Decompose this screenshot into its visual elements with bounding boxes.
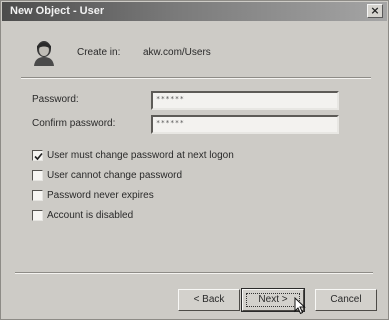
- checkbox[interactable]: [32, 170, 43, 181]
- back-button-label: < Back: [193, 294, 225, 305]
- option-label: User must change password at next logon: [47, 150, 234, 161]
- close-icon: ×: [370, 4, 380, 17]
- footer-divider: [15, 272, 373, 274]
- focus-rectangle: [246, 293, 300, 307]
- back-button[interactable]: < Back: [178, 289, 240, 311]
- window-title: New Object - User: [10, 5, 105, 17]
- new-user-dialog: New Object - User × Create in: akw.com/U…: [0, 0, 389, 320]
- user-icon: [34, 41, 54, 66]
- create-in-path: akw.com/Users: [143, 47, 211, 58]
- password-label: Password:: [32, 94, 79, 105]
- mouse-pointer-icon: [294, 297, 306, 315]
- option-label: Password never expires: [47, 190, 154, 201]
- confirm-password-label: Confirm password:: [32, 118, 116, 129]
- option-label: User cannot change password: [47, 170, 183, 181]
- confirm-password-field[interactable]: ******: [151, 115, 339, 134]
- checkbox[interactable]: [32, 150, 43, 161]
- checkbox[interactable]: [32, 210, 43, 221]
- header-divider: [21, 77, 371, 79]
- title-bar[interactable]: New Object - User ×: [2, 2, 387, 21]
- close-button[interactable]: ×: [367, 4, 383, 18]
- create-in-label: Create in:: [77, 47, 121, 58]
- password-field[interactable]: ******: [151, 91, 339, 110]
- checkmark-icon: [34, 152, 43, 161]
- cancel-button-label: Cancel: [330, 294, 362, 305]
- option-label: Account is disabled: [47, 210, 134, 221]
- cancel-button[interactable]: Cancel: [315, 289, 377, 311]
- checkbox[interactable]: [32, 190, 43, 201]
